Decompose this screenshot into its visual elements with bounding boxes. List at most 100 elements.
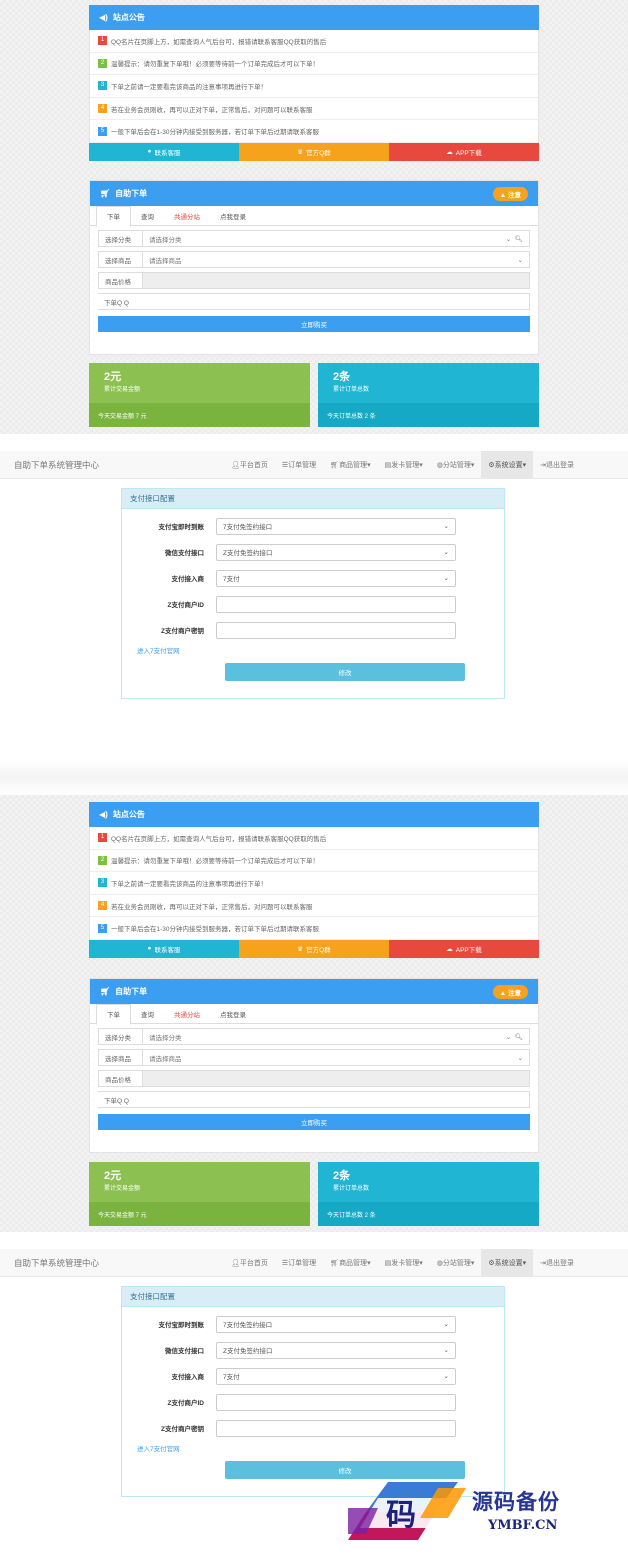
- announce-text: 若在业务会员刚收，再可以正对下单，正常售后，对问题可以联系客服: [111, 903, 313, 911]
- price-field: 商品价格: [98, 272, 530, 289]
- speaker-icon: ◀): [99, 810, 108, 819]
- config-input[interactable]: [216, 595, 456, 613]
- nav-cards[interactable]: ▤ 发卡管理 ▾: [378, 1249, 430, 1276]
- category-select[interactable]: 选择分类 请选择分类 ⌄ 🔍︎: [98, 230, 530, 247]
- submit-button[interactable]: 修改: [225, 663, 465, 681]
- nav-goods[interactable]: 🛒︎ 商品管理 ▾: [323, 1249, 377, 1276]
- cloud-icon: ☁: [446, 148, 453, 156]
- qq-input[interactable]: 下单Q Q: [98, 1091, 530, 1108]
- pay-config-card: 支付接口配置 支付宝即时到账 7支付免签约接口 ⌄ 微信支付接口 Z支付免签约接口 ⌄ 支付…: [121, 488, 505, 699]
- nav-orders[interactable]: ☰ 订单管理: [275, 1249, 323, 1276]
- brand-title[interactable]: 自助下单系统管理中心: [0, 459, 224, 471]
- tab-order[interactable]: 下单: [96, 205, 131, 227]
- number-badge: 1: [98, 833, 107, 843]
- nav-menu: 👤︎ 平台首页 ☰ 订单管理 🛒︎ 商品管理 ▾ ▤ 发卡管理 ▾ ◍ 分站管理 ▾ …: [224, 1249, 581, 1276]
- nav-goods[interactable]: 🛒︎ 商品管理 ▾: [323, 451, 377, 478]
- chevron-down-icon: ⌄: [517, 1054, 523, 1062]
- pay-site-link[interactable]: 进入7支付官网: [122, 645, 504, 655]
- qq-group-button[interactable]: ♛ 官方Q群: [239, 142, 389, 161]
- config-input[interactable]: [216, 621, 456, 639]
- product-select[interactable]: 选择商品 请选择商品 ⌄: [98, 1049, 530, 1066]
- app-download-button[interactable]: ☁ APP下载: [389, 142, 539, 161]
- nav-logout[interactable]: ⇥ 退出登录: [533, 451, 581, 478]
- config-input[interactable]: [216, 1419, 456, 1437]
- tab-query[interactable]: 查询: [131, 1004, 164, 1024]
- config-row: 支付接入商 7支付 ⌄: [122, 1363, 504, 1389]
- nav-logout[interactable]: ⇥ 退出登录: [533, 1249, 581, 1276]
- announce-text: QQ名片在页脚上方，如需查询人气后台可，报错请联系客服QQ获取的售后: [111, 835, 327, 843]
- order-header: 🛒︎ 自助下单 ▲ 注意: [90, 979, 538, 1004]
- submit-button[interactable]: 修改: [225, 1461, 465, 1479]
- announce-text: 温馨提示：请勿重复下单哦！必须要等待前一个订单完成后才可以下单！: [111, 61, 319, 69]
- config-row: Z支付商户ID: [122, 1389, 504, 1415]
- buy-button[interactable]: 立即购买: [98, 316, 530, 332]
- config-select[interactable]: 7支付 ⌄: [216, 569, 456, 587]
- config-select[interactable]: Z支付免签约接口 ⌄: [216, 1341, 456, 1359]
- group-icon: ♛: [297, 148, 304, 156]
- watermark-sub: YMBF.CN: [488, 1518, 558, 1533]
- buy-button[interactable]: 立即购买: [98, 1114, 530, 1130]
- tab-login[interactable]: 点我登录: [210, 1004, 256, 1024]
- number-badge: 5: [98, 126, 107, 136]
- cart-icon: 🛒︎: [100, 987, 111, 996]
- chevron-down-icon: ⌄: [443, 575, 449, 582]
- config-label: 微信支付接口: [165, 1348, 204, 1355]
- search-icon[interactable]: ⌄ 🔍︎: [506, 235, 523, 243]
- config-label: 支付接入商: [171, 576, 205, 583]
- stat-orders: 2条 累计订单总数 今天订单总数 2 条: [318, 363, 539, 427]
- nav-home[interactable]: 👤︎ 平台首页: [224, 451, 275, 478]
- tab-substation[interactable]: 共通分站: [164, 1004, 210, 1024]
- contact-button[interactable]: ● 联系客服: [89, 939, 239, 958]
- nav-cards[interactable]: ▤ 发卡管理 ▾: [378, 451, 430, 478]
- announce-text: 一般下单后会在1-30分钟内接受到服务器，若订单下单后过期请联系客服: [111, 129, 320, 137]
- brand-title[interactable]: 自助下单系统管理中心: [0, 1257, 224, 1269]
- tab-login[interactable]: 点我登录: [210, 206, 256, 226]
- number-badge: 2: [98, 855, 107, 865]
- announce-item: 2 温馨提示：请勿重复下单哦！必须要等待前一个订单完成后才可以下单！: [90, 53, 538, 76]
- tab-query[interactable]: 查询: [131, 206, 164, 226]
- announce-panel: ◀) 站点公告 1 QQ名片在页脚上方，如需查询人气后台可，报错请联系客服QQ获取的…: [89, 802, 539, 958]
- product-select[interactable]: 选择商品 请选择商品 ⌄: [98, 251, 530, 268]
- notice-badge[interactable]: ▲ 注意: [492, 985, 528, 999]
- notice-badge[interactable]: ▲ 注意: [492, 187, 528, 201]
- config-row: Z支付商户密钥: [122, 1415, 504, 1441]
- nav-home[interactable]: 👤︎ 平台首页: [224, 1249, 275, 1276]
- config-value: Z支付免签约接口: [223, 1348, 273, 1355]
- tab-substation[interactable]: 共通分站: [164, 206, 210, 226]
- contact-button[interactable]: ● 联系客服: [89, 142, 239, 161]
- contact-buttons: ● 联系客服 ♛ 官方Q群 ☁ APP下载: [89, 142, 539, 161]
- config-select[interactable]: 7支付免签约接口 ⌄: [216, 1315, 456, 1333]
- qq-input[interactable]: 下单Q Q: [98, 293, 530, 310]
- search-icon[interactable]: ⌄ 🔍︎: [506, 1033, 523, 1041]
- config-row: 微信支付接口 Z支付免签约接口 ⌄: [122, 1337, 504, 1363]
- order-tabs: 下单 查询 共通分站 点我登录: [90, 1003, 538, 1025]
- stat-orders: 2条 累计订单总数 今天订单总数 2 条: [318, 1162, 539, 1226]
- announce-text: 温馨提示：请勿重复下单哦！必须要等待前一个订单完成后才可以下单！: [111, 858, 319, 866]
- announce-list: 1 QQ名片在页脚上方，如需查询人气后台可，报错请联系客服QQ获取的售后 2 温馨提示…: [89, 827, 539, 940]
- nav-sub[interactable]: ◍ 分站管理 ▾: [430, 1249, 482, 1276]
- config-label: Z支付商户ID: [167, 602, 204, 609]
- price-field: 商品价格: [98, 1070, 530, 1087]
- config-row: 支付宝即时到账 7支付免签约接口 ⌄: [122, 513, 504, 539]
- announce-text: QQ名片在页脚上方，如需查询人气后台可，报错请联系客服QQ获取的售后: [111, 38, 327, 46]
- app-download-button[interactable]: ☁ APP下载: [389, 939, 539, 958]
- config-input[interactable]: [216, 1393, 456, 1411]
- category-select[interactable]: 选择分类 请选择分类 ⌄ 🔍︎: [98, 1028, 530, 1045]
- cloud-icon: ☁: [446, 945, 453, 953]
- config-label: 支付接入商: [171, 1374, 205, 1381]
- config-value: 7支付免签约接口: [223, 524, 273, 531]
- nav-settings[interactable]: ⚙ 系统设置 ▾: [481, 451, 534, 478]
- tab-order[interactable]: 下单: [96, 1003, 131, 1025]
- config-select[interactable]: Z支付免签约接口 ⌄: [216, 543, 456, 561]
- number-badge: 4: [98, 901, 107, 911]
- config-select[interactable]: 7支付 ⌄: [216, 1367, 456, 1385]
- pay-site-link[interactable]: 进入7支付官网: [122, 1443, 504, 1453]
- nav-sub[interactable]: ◍ 分站管理 ▾: [430, 451, 482, 478]
- config-label: Z支付商户密钥: [161, 628, 204, 635]
- qq-group-button[interactable]: ♛ 官方Q群: [239, 939, 389, 958]
- nav-settings[interactable]: ⚙ 系统设置 ▾: [481, 1249, 534, 1276]
- config-row: Z支付商户ID: [122, 591, 504, 617]
- config-select[interactable]: 7支付免签约接口 ⌄: [216, 517, 456, 535]
- chevron-down-icon: ⌄: [443, 549, 449, 556]
- nav-orders[interactable]: ☰ 订单管理: [275, 451, 323, 478]
